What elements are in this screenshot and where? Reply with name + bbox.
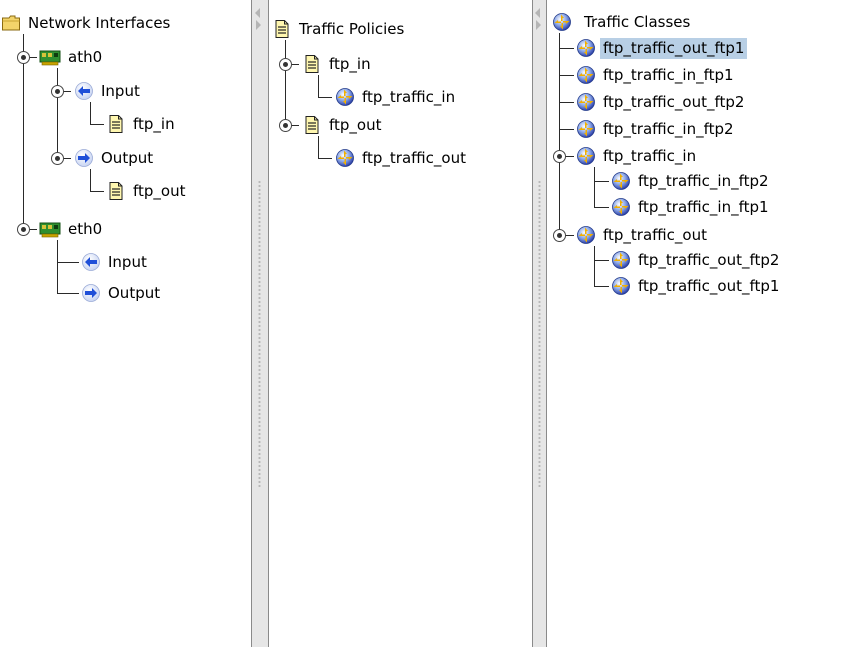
node-label: ath0 <box>68 47 103 66</box>
tree-root-network-interfaces[interactable]: Network Interfaces <box>1 11 173 35</box>
tree-root-traffic-classes[interactable]: Traffic Classes <box>552 10 693 34</box>
node-label: ftp_in <box>329 54 371 73</box>
node-label: Output <box>101 148 154 167</box>
ftp-in-expand-toggle[interactable] <box>279 58 292 71</box>
node-label: ftp_traffic_out_ftp1 <box>638 276 780 295</box>
node-label: ftp_traffic_out_ftp2 <box>638 250 780 269</box>
node-label: ftp_traffic_in_ftp2 <box>603 119 734 138</box>
node-label: Output <box>108 283 161 302</box>
ftp-traffic-out-expand-toggle[interactable] <box>553 229 566 242</box>
node-label: ftp_traffic_in_ftp1 <box>603 65 734 84</box>
traffic-class-icon <box>576 225 596 245</box>
input-arrow-icon <box>74 81 94 101</box>
node-label: ftp_out <box>329 115 382 134</box>
tree-node-class-ftp-traffic-out-child-ftp2[interactable]: ftp_traffic_out_ftp2 <box>611 248 782 272</box>
tree-node-class-ftp-traffic-out-ftp2[interactable]: ftp_traffic_out_ftp2 <box>576 90 747 114</box>
traffic-policies-tree[interactable]: Traffic Policies ftp_in ftp_traffic_in f… <box>268 0 533 647</box>
tree-node-ath0-output-policy[interactable]: ftp_out <box>106 179 189 203</box>
traffic-classes-tree[interactable]: Traffic Classes ftp_traffic_out_ftp1 ftp… <box>546 0 844 647</box>
ath0-input-expand-toggle[interactable] <box>51 85 64 98</box>
traffic-class-icon <box>611 197 631 217</box>
output-arrow-icon <box>74 148 94 168</box>
tree-node-class-ftp-traffic-in-ftp1[interactable]: ftp_traffic_in_ftp1 <box>576 63 737 87</box>
node-label: Traffic Classes <box>584 12 691 31</box>
output-arrow-icon <box>81 283 101 303</box>
network-card-icon <box>39 219 61 239</box>
ftp-out-expand-toggle[interactable] <box>279 119 292 132</box>
ath0-expand-toggle[interactable] <box>17 51 30 64</box>
tree-node-class-ftp-traffic-out-child-ftp1[interactable]: ftp_traffic_out_ftp1 <box>611 274 782 298</box>
network-interfaces-tree[interactable]: Network Interfaces ath0 Input ftp_in Out… <box>0 0 252 647</box>
node-label: ftp_traffic_in_ftp1 <box>638 197 769 216</box>
tree-node-class-ftp-traffic-out[interactable]: ftp_traffic_out <box>576 223 710 247</box>
eth0-expand-toggle[interactable] <box>17 223 30 236</box>
ath0-output-expand-toggle[interactable] <box>51 152 64 165</box>
node-label: Traffic Policies <box>299 19 405 38</box>
tree-node-ath0-output[interactable]: Output <box>74 146 156 170</box>
policy-document-icon <box>106 181 126 201</box>
expand-right-arrow-icon[interactable] <box>256 20 261 30</box>
tree-node-class-ftp-traffic-in[interactable]: ftp_traffic_in <box>576 144 699 168</box>
tree-node-ath0-input[interactable]: Input <box>74 79 143 103</box>
tree-node-class-ftp-traffic-out-ftp1[interactable]: ftp_traffic_out_ftp1 <box>576 36 748 60</box>
policy-document-icon <box>106 114 126 134</box>
traffic-class-icon <box>576 65 596 85</box>
traffic-class-icon <box>576 119 596 139</box>
node-label: ftp_traffic_out <box>603 225 707 244</box>
node-label: eth0 <box>68 219 103 238</box>
tree-node-eth0-input[interactable]: Input <box>81 250 150 274</box>
traffic-class-icon <box>552 12 572 32</box>
node-label: ftp_out <box>133 181 186 200</box>
collapse-left-arrow-icon[interactable] <box>255 8 260 18</box>
tree-node-policy-ftp-out-class[interactable]: ftp_traffic_out <box>335 146 469 170</box>
traffic-class-icon <box>611 276 631 296</box>
expand-right-arrow-icon[interactable] <box>536 20 541 30</box>
traffic-class-icon <box>576 92 596 112</box>
tree-node-eth0[interactable]: eth0 <box>39 217 105 241</box>
folder-icon <box>1 13 21 33</box>
tree-node-class-ftp-traffic-in-child-ftp2[interactable]: ftp_traffic_in_ftp2 <box>611 169 772 193</box>
tree-node-eth0-output[interactable]: Output <box>81 281 163 305</box>
tree-node-policy-ftp-in-class[interactable]: ftp_traffic_in <box>335 85 458 109</box>
tree-node-ath0-input-policy[interactable]: ftp_in <box>106 112 178 136</box>
divider-grip <box>538 180 541 487</box>
network-card-icon <box>39 47 61 67</box>
node-label: ftp_traffic_out_ftp2 <box>603 92 745 111</box>
node-label: ftp_traffic_in_ftp2 <box>638 171 769 190</box>
tree-root-traffic-policies[interactable]: Traffic Policies <box>272 17 407 41</box>
node-label: Input <box>108 252 147 271</box>
traffic-class-icon <box>611 250 631 270</box>
split-pane-divider[interactable] <box>252 0 268 647</box>
node-label: Input <box>101 81 140 100</box>
policy-document-icon <box>302 115 322 135</box>
split-pane-divider[interactable] <box>533 0 546 647</box>
collapse-left-arrow-icon[interactable] <box>535 8 540 18</box>
node-label: ftp_in <box>133 114 175 133</box>
policy-document-icon <box>272 19 292 39</box>
tree-node-policy-ftp-out[interactable]: ftp_out <box>302 113 385 137</box>
policy-document-icon <box>302 54 322 74</box>
node-label: ftp_traffic_in <box>603 146 697 165</box>
ftp-traffic-in-expand-toggle[interactable] <box>553 150 566 163</box>
traffic-class-icon <box>576 38 596 58</box>
traffic-class-icon <box>576 146 596 166</box>
input-arrow-icon <box>81 252 101 272</box>
tree-node-class-ftp-traffic-in-ftp2[interactable]: ftp_traffic_in_ftp2 <box>576 117 737 141</box>
traffic-class-icon <box>335 148 355 168</box>
node-label: ftp_traffic_out_ftp1 <box>600 37 748 59</box>
traffic-class-icon <box>611 171 631 191</box>
tree-node-class-ftp-traffic-in-child-ftp1[interactable]: ftp_traffic_in_ftp1 <box>611 195 772 219</box>
node-label: ftp_traffic_out <box>362 148 466 167</box>
tree-node-ath0[interactable]: ath0 <box>39 45 105 69</box>
tree-node-policy-ftp-in[interactable]: ftp_in <box>302 52 374 76</box>
node-label: Network Interfaces <box>28 13 171 32</box>
divider-grip <box>258 180 261 487</box>
node-label: ftp_traffic_in <box>362 87 456 106</box>
traffic-class-icon <box>335 87 355 107</box>
